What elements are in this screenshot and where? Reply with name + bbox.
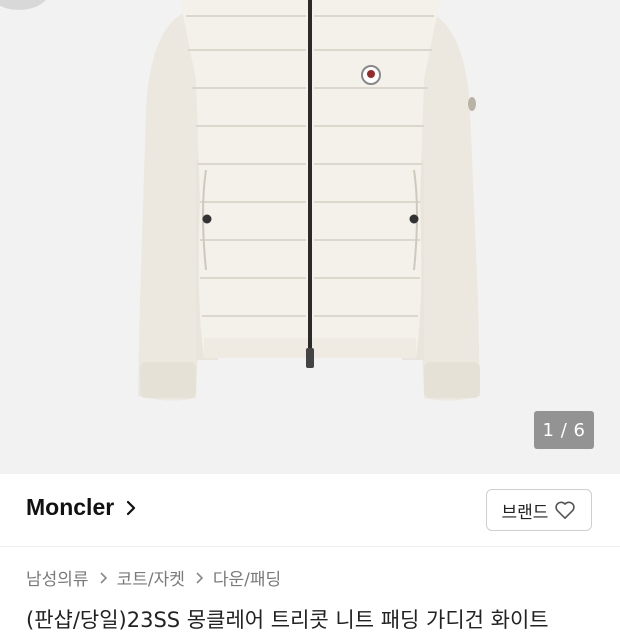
brand-link[interactable]: Moncler [26, 494, 140, 521]
chevron-right-icon [99, 571, 107, 584]
chevron-right-icon [127, 500, 136, 515]
breadcrumb: 남성의류 코트/자켓 다운/패딩 [26, 565, 281, 590]
brand-follow-button[interactable]: 브랜드 [486, 489, 592, 531]
breadcrumb-item-coats-jackets[interactable]: 코트/자켓 [117, 565, 185, 590]
brand-name: Moncler [26, 494, 115, 520]
product-title: (판샵/당일)23SS 몽클레어 트리콧 니트 패딩 가디건 화이트 [26, 608, 549, 632]
heart-outline-icon [555, 501, 576, 519]
image-counter: 1 / 6 [534, 411, 594, 449]
product-image-gallery[interactable]: 1 / 6 [0, 0, 620, 474]
breadcrumb-item-mens-clothing[interactable]: 남성의류 [26, 565, 89, 590]
chevron-right-icon [196, 571, 203, 584]
brand-button-label: 브랜드 [501, 502, 549, 523]
breadcrumb-item-down-padding[interactable]: 다운/패딩 [213, 565, 281, 590]
product-photo [138, 0, 480, 401]
